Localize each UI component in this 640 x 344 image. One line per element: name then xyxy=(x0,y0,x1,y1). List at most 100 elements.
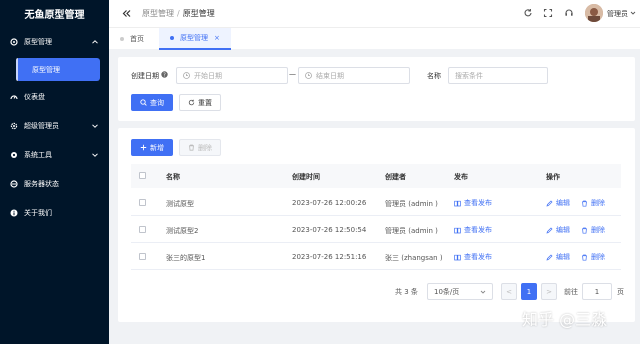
trash-icon xyxy=(582,254,587,261)
edit-icon xyxy=(546,227,553,234)
page-suffix: 页 xyxy=(617,288,624,296)
delete-button[interactable]: 删除 xyxy=(581,252,605,262)
pagination-total: 共 3 条 xyxy=(395,288,418,296)
start-date-input[interactable]: 开始日期 xyxy=(176,67,288,84)
query-button[interactable]: 查询 xyxy=(131,94,173,111)
sidebar-item-label: 仪表盘 xyxy=(24,93,45,101)
chevron-down-icon xyxy=(630,11,636,15)
name-label: 名称 xyxy=(427,72,441,80)
table-header: 名称 创建时间 创建者 发布 操作 xyxy=(131,164,621,188)
settings-icon xyxy=(10,122,18,130)
created-date-label: 创建日期 ? xyxy=(131,71,168,81)
reset-button[interactable]: 重置 xyxy=(179,94,221,111)
sidebar-item-label: 关于我们 xyxy=(24,209,52,217)
chevron-down-icon xyxy=(480,290,486,294)
dashboard-icon xyxy=(10,93,18,101)
close-icon[interactable]: × xyxy=(214,34,220,42)
sidebar-item-prototype-management[interactable]: 原型管理 xyxy=(0,33,109,51)
book-icon xyxy=(454,254,461,260)
column-header-created: 创建时间 xyxy=(292,173,320,181)
breadcrumb: 原型管理 / 原型管理 xyxy=(142,9,215,18)
prev-page-button[interactable]: < xyxy=(501,283,517,300)
edit-button[interactable]: 编辑 xyxy=(546,252,570,262)
sidebar-item-super-admin[interactable]: 超级管理员 xyxy=(0,117,109,135)
headset-icon[interactable] xyxy=(564,8,574,18)
row-checkbox[interactable] xyxy=(139,253,146,260)
search-icon xyxy=(140,99,147,106)
user-menu[interactable]: 管理员 xyxy=(607,9,636,19)
breadcrumb-current: 原型管理 xyxy=(182,9,215,18)
sidebar-item-about[interactable]: 关于我们 xyxy=(0,204,109,222)
trash-icon xyxy=(582,200,587,207)
select-all-checkbox[interactable] xyxy=(139,172,146,179)
batch-delete-button[interactable]: 删除 xyxy=(179,139,221,156)
tab-label: 原型管理 xyxy=(180,34,208,42)
sidebar-subitem-prototype-management[interactable]: 原型管理 xyxy=(16,58,100,81)
cell-created: 2023-07-26 12:50:54 xyxy=(292,226,367,234)
cell-creator: 管理员 (admin ) xyxy=(385,227,438,235)
info-icon xyxy=(10,209,18,217)
cell-created: 2023-07-26 12:51:16 xyxy=(292,253,367,261)
trash-icon xyxy=(582,227,587,234)
book-icon xyxy=(454,200,461,206)
sidebar-item-dashboard[interactable]: 仪表盘 xyxy=(0,88,109,106)
cell-name: 测试原型 xyxy=(166,200,194,208)
page-number-current[interactable]: 1 xyxy=(521,283,537,300)
add-button[interactable]: 新增 xyxy=(131,139,173,156)
edit-button[interactable]: 编辑 xyxy=(546,198,570,208)
sidebar-subitem-label: 原型管理 xyxy=(32,65,60,74)
cell-name: 测试原型2 xyxy=(166,227,199,235)
tab-label: 首页 xyxy=(130,35,144,43)
table-row: 测试原型2 2023-07-26 12:50:54 管理员 (admin ) 查… xyxy=(131,216,621,243)
tab-home[interactable]: 首页 xyxy=(109,28,155,50)
top-bar: 原型管理 / 原型管理 管理员 xyxy=(109,0,640,27)
avatar[interactable] xyxy=(585,4,603,22)
sidebar-item-server-status[interactable]: 服务器状态 xyxy=(0,175,109,193)
server-icon xyxy=(10,180,18,188)
edit-icon xyxy=(546,200,553,207)
delete-button[interactable]: 删除 xyxy=(581,225,605,235)
user-name: 管理员 xyxy=(607,10,628,18)
edit-button[interactable]: 编辑 xyxy=(546,225,570,235)
column-header-name: 名称 xyxy=(166,173,180,181)
page-tabs: 首页 原型管理 × xyxy=(109,27,640,50)
goto-page-input[interactable]: 1 xyxy=(582,283,612,300)
refresh-icon xyxy=(188,99,195,106)
help-icon: ? xyxy=(161,71,168,79)
page-size-select[interactable]: 10条/页 xyxy=(427,283,493,300)
table-row: 测试原型 2023-07-26 12:00:26 管理员 (admin ) 查看… xyxy=(131,189,621,216)
view-publish-link[interactable]: 查看发布 xyxy=(454,252,492,262)
app-title: 无鱼原型管理 xyxy=(24,10,85,21)
chevron-up-icon xyxy=(92,40,98,44)
tab-prototype-management[interactable]: 原型管理 × xyxy=(159,28,231,50)
column-header-publish: 发布 xyxy=(454,173,468,181)
gear-icon xyxy=(10,151,18,159)
svg-text:?: ? xyxy=(163,73,166,78)
sidebar-item-system-tools[interactable]: 系统工具 xyxy=(0,146,109,164)
breadcrumb-item[interactable]: 原型管理 xyxy=(142,9,174,18)
column-header-creator: 创建者 xyxy=(385,173,406,181)
sidebar: 无鱼原型管理 原型管理 原型管理 仪表盘 超级管理员 系统工具 服务器状态 关于… xyxy=(0,0,109,344)
collapse-sidebar-icon[interactable] xyxy=(121,8,132,19)
row-checkbox[interactable] xyxy=(139,226,146,233)
sidebar-item-label: 服务器状态 xyxy=(24,180,59,188)
edit-icon xyxy=(546,254,553,261)
delete-button[interactable]: 删除 xyxy=(581,198,605,208)
watermark: 知乎 @三淼 xyxy=(522,310,608,329)
cell-creator: 管理员 (admin ) xyxy=(385,200,438,208)
cell-creator: 张三 (zhangsan ) xyxy=(385,254,443,262)
name-search-input[interactable]: 搜索条件 xyxy=(448,67,548,84)
goto-label: 前往 xyxy=(564,288,578,296)
chevron-down-icon xyxy=(92,124,98,128)
cell-created: 2023-07-26 12:00:26 xyxy=(292,199,367,207)
row-checkbox[interactable] xyxy=(139,199,146,206)
table-row: 张三的原型1 2023-07-26 12:51:16 张三 (zhangsan … xyxy=(131,243,621,270)
refresh-icon[interactable] xyxy=(523,8,533,18)
end-date-input[interactable]: 结束日期 xyxy=(298,67,410,84)
trash-icon xyxy=(189,144,194,151)
next-page-button[interactable]: > xyxy=(541,283,557,300)
sidebar-item-label: 系统工具 xyxy=(24,151,52,159)
view-publish-link[interactable]: 查看发布 xyxy=(454,225,492,235)
view-publish-link[interactable]: 查看发布 xyxy=(454,198,492,208)
fullscreen-icon[interactable] xyxy=(543,8,553,18)
